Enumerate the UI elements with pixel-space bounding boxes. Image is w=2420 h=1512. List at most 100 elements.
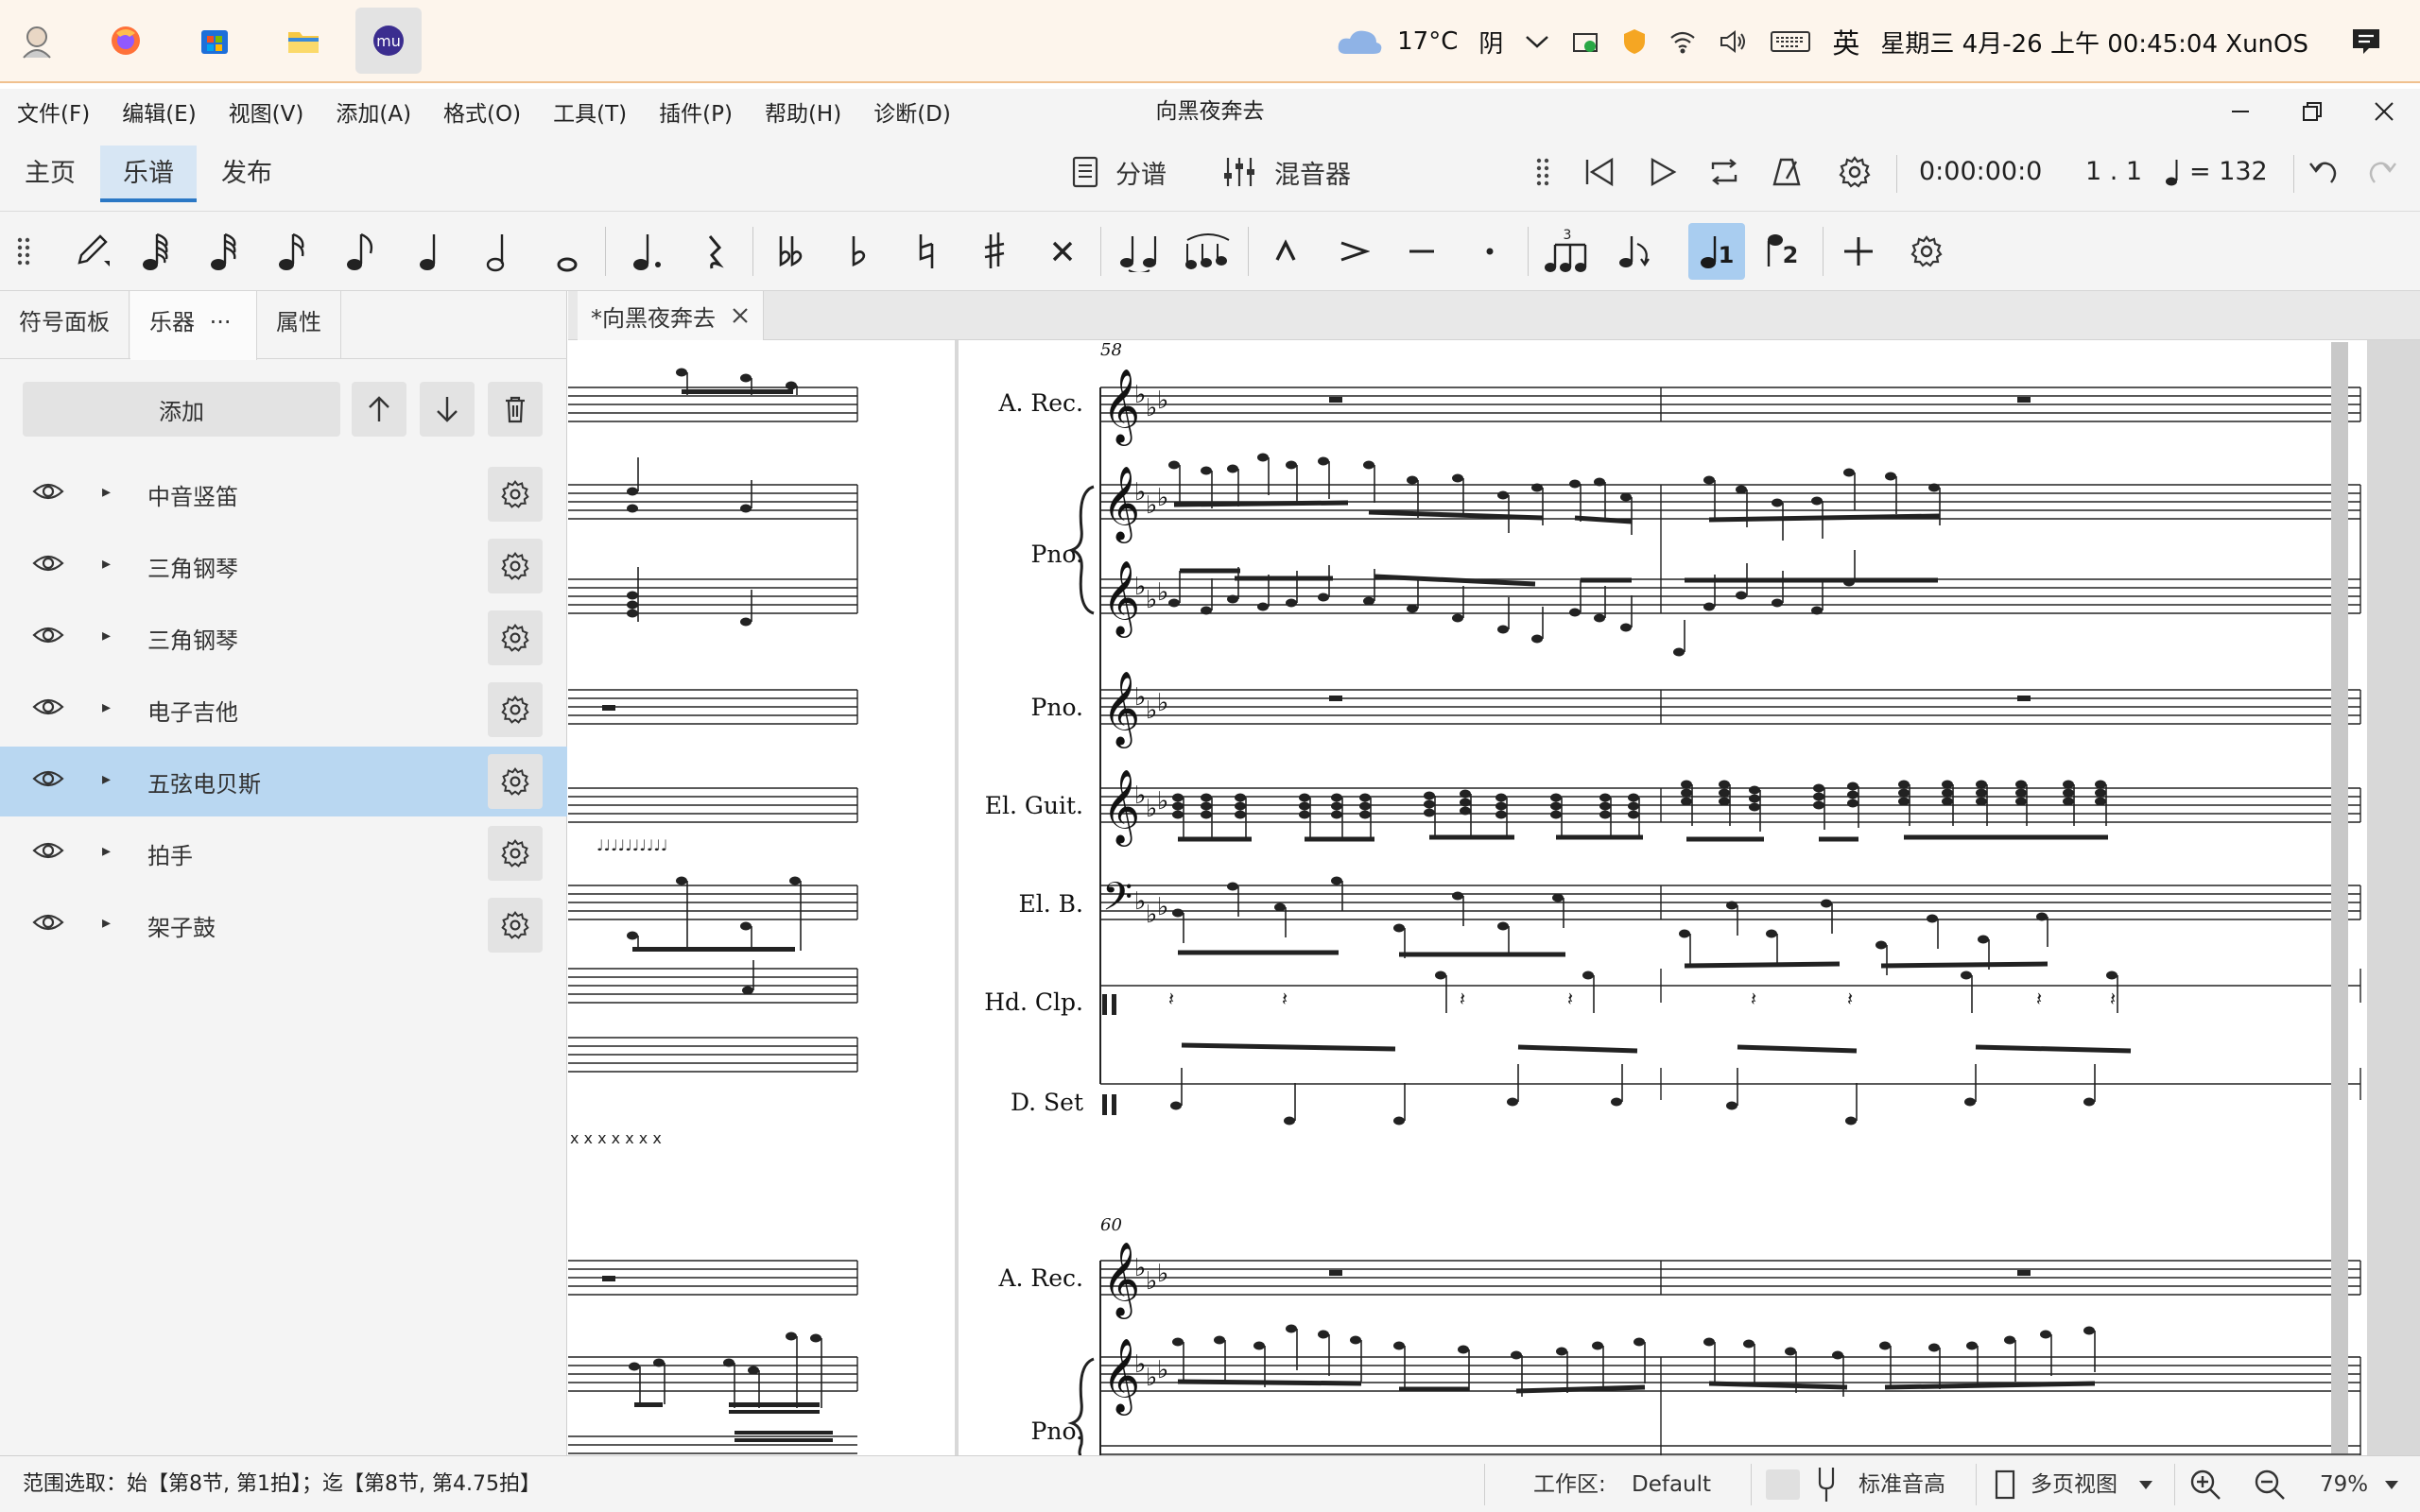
instrument-row[interactable]: ▸ 拍手: [0, 818, 567, 888]
voice-2-button[interactable]: 2: [1754, 223, 1811, 280]
zoom-dropdown-icon[interactable]: [2384, 1456, 2399, 1512]
expand-arrow-icon[interactable]: ▸: [102, 913, 111, 933]
volume-icon[interactable]: [1719, 28, 1749, 55]
zoom-in-button[interactable]: [2189, 1456, 2221, 1512]
instrument-settings-gear-icon[interactable]: [488, 539, 543, 593]
tab-publish[interactable]: 发布: [199, 146, 295, 202]
toolbar-settings-gear-icon[interactable]: [1898, 223, 1955, 280]
playback-settings-gear-icon[interactable]: [1832, 149, 1877, 195]
flip-direction-icon[interactable]: [1607, 223, 1664, 280]
visibility-eye-icon[interactable]: [32, 624, 64, 650]
menu-diagnostic[interactable]: 诊断(D): [856, 95, 966, 128]
expand-arrow-icon[interactable]: ▸: [102, 841, 111, 861]
store-icon[interactable]: [182, 8, 248, 74]
tab-palettes[interactable]: 符号面板: [0, 291, 130, 359]
menu-edit[interactable]: 编辑(E): [105, 95, 211, 128]
view-mode-dropdown-icon[interactable]: [2138, 1456, 2153, 1512]
16th-note-icon[interactable]: [267, 223, 323, 280]
menu-add[interactable]: 添加(A): [319, 95, 426, 128]
loop-button[interactable]: [1702, 149, 1747, 195]
tuplet-icon[interactable]: 3: [1539, 223, 1596, 280]
menu-view[interactable]: 视图(V): [212, 95, 320, 128]
tab-score[interactable]: 乐谱: [100, 146, 197, 202]
app-avatar-icon[interactable]: [4, 8, 70, 74]
add-instrument-button[interactable]: 添加: [23, 382, 340, 437]
tie-icon[interactable]: [1112, 223, 1168, 280]
concert-pitch-checkbox[interactable]: [1766, 1456, 1802, 1512]
zoom-level[interactable]: 79%: [2320, 1456, 2368, 1512]
tab-home[interactable]: 主页: [2, 146, 98, 202]
metronome-button[interactable]: [1764, 149, 1809, 195]
instrument-row[interactable]: ▸ 中音竖笛: [0, 459, 567, 529]
minimize-button[interactable]: [2204, 89, 2276, 134]
visibility-eye-icon[interactable]: [32, 480, 64, 507]
natural-icon[interactable]: [898, 223, 955, 280]
datetime[interactable]: 星期三 4月-26 上午 00:45:04 XunOS: [1880, 25, 2308, 60]
instrument-settings-gear-icon[interactable]: [488, 826, 543, 881]
slur-icon[interactable]: [1180, 223, 1236, 280]
instrument-row[interactable]: ▸ 电子吉他: [0, 675, 567, 745]
rest-icon[interactable]: [686, 223, 743, 280]
move-up-button[interactable]: [352, 382, 406, 437]
weather-temp[interactable]: 17°C: [1397, 27, 1458, 56]
concert-pitch-label[interactable]: 标准音高: [1858, 1456, 1945, 1512]
accent-icon[interactable]: [1325, 223, 1382, 280]
voice-1-button[interactable]: 1: [1688, 223, 1745, 280]
shield-icon[interactable]: [1622, 27, 1647, 56]
vertical-scrollbar[interactable]: [2331, 342, 2348, 1453]
chevron-down-icon[interactable]: [1524, 33, 1550, 50]
view-mode-select[interactable]: 多页视图: [2031, 1456, 2118, 1512]
close-button[interactable]: [2348, 89, 2420, 134]
instrument-settings-gear-icon[interactable]: [488, 682, 543, 737]
file-manager-icon[interactable]: [270, 8, 337, 74]
parts-button[interactable]: 分谱: [1072, 147, 1167, 197]
double-flat-icon[interactable]: [762, 223, 819, 280]
instrument-row[interactable]: ▸ 架子鼓: [0, 890, 567, 960]
instrument-row[interactable]: ▸ 三角钢琴: [0, 603, 567, 673]
close-icon[interactable]: [731, 306, 750, 325]
visibility-eye-icon[interactable]: [32, 552, 64, 578]
instrument-settings-gear-icon[interactable]: [488, 610, 543, 665]
instrument-settings-gear-icon[interactable]: [488, 467, 543, 522]
toolbar-grip-icon[interactable]: [1520, 149, 1565, 195]
add-icon[interactable]: [1830, 223, 1887, 280]
play-button[interactable]: [1639, 149, 1685, 195]
undo-button[interactable]: [2301, 149, 2346, 195]
instrument-row[interactable]: ▸ 五弦电贝斯: [0, 747, 567, 816]
tab-properties[interactable]: 属性: [257, 291, 341, 359]
musescore-icon[interactable]: mu: [355, 8, 422, 74]
visibility-eye-icon[interactable]: [32, 911, 64, 937]
score-view[interactable]: ♩♩♩♩♩♩♩♩♩♩ x x x x x x x 58 A. Rec. Pno.…: [568, 340, 2420, 1455]
visibility-eye-icon[interactable]: [32, 696, 64, 722]
menu-format[interactable]: 格式(O): [426, 95, 536, 128]
menu-plugins[interactable]: 插件(P): [642, 95, 748, 128]
eighth-note-icon[interactable]: [335, 223, 391, 280]
mixer-button[interactable]: 混音器: [1221, 147, 1351, 197]
expand-arrow-icon[interactable]: ▸: [102, 697, 111, 717]
half-note-icon[interactable]: [471, 223, 527, 280]
tenuto-icon[interactable]: [1393, 223, 1450, 280]
flat-icon[interactable]: [830, 223, 887, 280]
staccato-icon[interactable]: [1461, 223, 1518, 280]
whole-note-icon[interactable]: [539, 223, 596, 280]
32nd-note-icon[interactable]: [199, 223, 255, 280]
move-down-button[interactable]: [420, 382, 475, 437]
ime-indicator[interactable]: 英: [1832, 22, 1859, 61]
menu-tools[interactable]: 工具(T): [536, 95, 642, 128]
expand-arrow-icon[interactable]: ▸: [102, 554, 111, 574]
toolbar-grip-icon[interactable]: [0, 223, 47, 280]
expand-arrow-icon[interactable]: ▸: [102, 769, 111, 789]
expand-arrow-icon[interactable]: ▸: [102, 626, 111, 645]
battery-icon[interactable]: [1571, 28, 1601, 55]
rewind-button[interactable]: [1577, 149, 1622, 195]
instrument-row[interactable]: ▸ 三角钢琴: [0, 531, 567, 601]
64th-note-icon[interactable]: [130, 223, 187, 280]
instrument-settings-gear-icon[interactable]: [488, 754, 543, 809]
menu-help[interactable]: 帮助(H): [748, 95, 856, 128]
quarter-note-icon[interactable]: [403, 223, 459, 280]
menu-file[interactable]: 文件(F): [0, 95, 105, 128]
page-view-icon[interactable]: [1995, 1456, 2015, 1512]
expand-arrow-icon[interactable]: ▸: [102, 482, 111, 502]
zoom-out-button[interactable]: [2254, 1456, 2286, 1512]
visibility-eye-icon[interactable]: [32, 839, 64, 866]
